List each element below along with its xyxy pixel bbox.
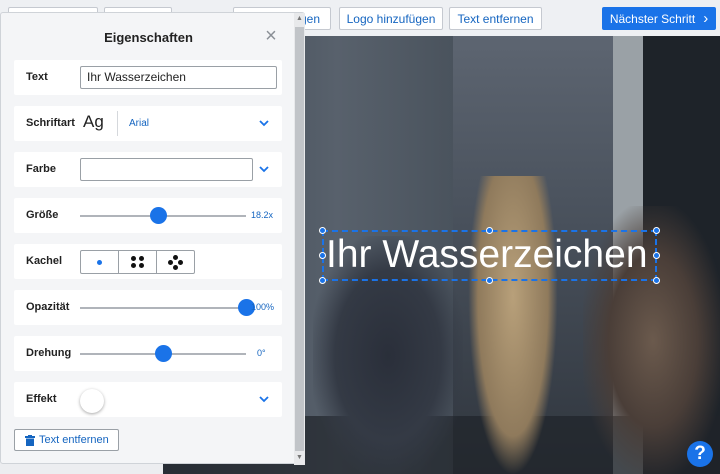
close-icon[interactable]: × xyxy=(263,26,279,46)
font-row: Schriftart Ag Arial xyxy=(14,106,282,141)
diagonal-dots-icon xyxy=(173,265,178,270)
chevron-down-icon[interactable] xyxy=(257,392,271,406)
effect-toggle[interactable] xyxy=(80,389,104,413)
grid-dots-icon xyxy=(139,256,144,261)
size-row: Größe 18.2x xyxy=(14,198,282,233)
scroll-down-icon[interactable]: ▼ xyxy=(296,454,303,461)
grid-dots-icon xyxy=(131,256,136,261)
tile-grid-option[interactable] xyxy=(119,251,157,273)
grid-dots-icon xyxy=(139,263,144,268)
scroll-up-icon[interactable]: ▲ xyxy=(296,15,303,22)
remove-text-button[interactable]: Text entfernen xyxy=(14,429,119,451)
resize-handle[interactable] xyxy=(653,227,660,234)
scrollbar-thumb[interactable] xyxy=(295,27,304,451)
text-label: Text xyxy=(26,71,48,83)
trash-icon xyxy=(25,434,35,446)
resize-handle[interactable] xyxy=(486,277,493,284)
resize-handle[interactable] xyxy=(319,277,326,284)
add-logo-button[interactable]: Logo hinzufügen xyxy=(339,7,443,30)
tile-single-option[interactable] xyxy=(81,251,119,273)
resize-handle[interactable] xyxy=(653,252,660,259)
tile-label: Kachel xyxy=(26,255,63,267)
diagonal-dots-icon xyxy=(173,255,178,260)
next-step-label: Nächster Schritt xyxy=(609,11,696,26)
diagonal-dots-icon xyxy=(178,260,183,265)
font-select[interactable]: Arial xyxy=(129,118,149,129)
help-icon: ? xyxy=(694,443,706,464)
chevron-down-icon[interactable] xyxy=(257,116,271,130)
grid-dots-icon xyxy=(131,263,136,268)
watermark-text-input[interactable]: Ihr Wasserzeichen xyxy=(80,66,277,89)
chevron-right-icon: › xyxy=(703,10,709,27)
tile-row: Kachel xyxy=(14,244,282,279)
help-button[interactable]: ? xyxy=(687,441,713,467)
resize-handle[interactable] xyxy=(653,277,660,284)
size-label: Größe xyxy=(26,209,59,221)
rotation-label: Drehung xyxy=(26,347,72,359)
rotation-row: Drehung 0° xyxy=(14,336,282,371)
properties-panel: Eigenschaften × ▲ ▼ Text Ihr Wasserzeich… xyxy=(0,12,305,465)
panel-title: Eigenschaften xyxy=(104,30,193,45)
tile-diagonal-option[interactable] xyxy=(157,251,194,273)
resize-handle[interactable] xyxy=(319,252,326,259)
opacity-value: 100% xyxy=(251,302,275,312)
color-picker[interactable] xyxy=(80,158,253,181)
opacity-label: Opazität xyxy=(26,301,70,313)
diagonal-dots-icon xyxy=(168,260,173,265)
watermark-text[interactable]: Ihr Wasserzeichen xyxy=(326,231,656,279)
divider xyxy=(117,111,118,136)
resize-handle[interactable] xyxy=(319,227,326,234)
next-step-button[interactable]: Nächster Schritt › xyxy=(602,7,716,30)
size-slider-thumb[interactable] xyxy=(149,207,167,224)
remove-text-toolbar-button[interactable]: Text entfernen xyxy=(449,7,542,30)
size-value: 18.2x xyxy=(251,210,274,220)
remove-text-button-label: Text entfernen xyxy=(39,434,109,446)
font-label: Schriftart xyxy=(26,117,75,129)
tile-options xyxy=(80,250,195,274)
single-dot-icon xyxy=(97,260,102,265)
color-label: Farbe xyxy=(26,163,56,175)
effect-label: Effekt xyxy=(26,393,57,405)
photo-person xyxy=(468,176,558,474)
panel-scrollbar[interactable]: ▲ ▼ xyxy=(294,13,305,465)
color-row: Farbe xyxy=(14,152,282,187)
font-sample: Ag xyxy=(83,112,104,131)
opacity-slider[interactable] xyxy=(80,307,246,309)
rotation-value: 0° xyxy=(257,348,266,358)
rotation-slider-thumb[interactable] xyxy=(154,345,172,362)
opacity-row: Opazität 100% xyxy=(14,290,282,325)
effect-row: Effekt xyxy=(14,382,282,417)
text-row: Text Ihr Wasserzeichen xyxy=(14,60,282,95)
chevron-down-icon[interactable] xyxy=(257,162,271,176)
resize-handle[interactable] xyxy=(486,227,493,234)
